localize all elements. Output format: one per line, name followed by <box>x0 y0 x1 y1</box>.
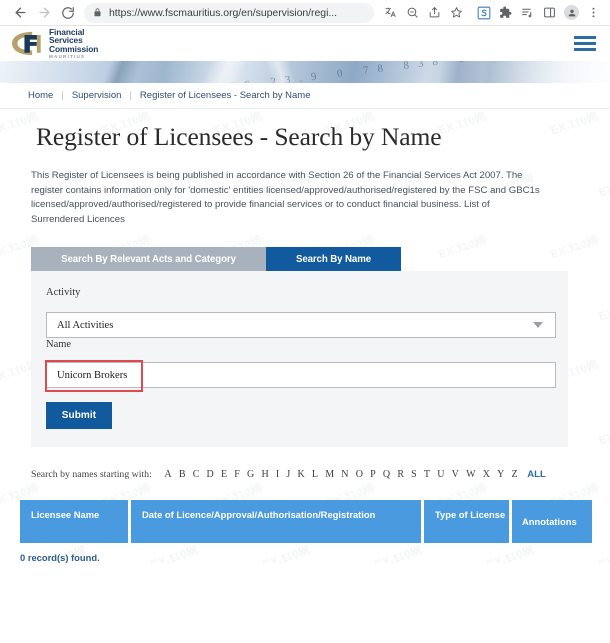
alphabet-letter-w[interactable]: W <box>462 469 479 480</box>
translate-icon[interactable] <box>380 2 401 23</box>
column-header-licensee-name[interactable]: Licensee Name <box>20 500 128 544</box>
breadcrumb-item-home[interactable]: Home <box>28 90 53 101</box>
back-button[interactable] <box>8 1 32 25</box>
breadcrumb-item-current: Register of Licensees - Search by Name <box>139 90 311 101</box>
reload-button[interactable] <box>56 1 80 25</box>
zoom-out-icon[interactable] <box>402 2 423 23</box>
name-input-value: Unicorn Brokers <box>57 369 128 381</box>
alphabet-letter-m[interactable]: M <box>322 469 338 480</box>
page-title: Register of Licensees - Search by Name <box>36 122 442 151</box>
browser-actions <box>380 2 604 23</box>
site-logo-text: Financial Services Commission MAURITIUS <box>49 28 98 59</box>
alphabet-letter-y[interactable]: Y <box>494 469 508 480</box>
decorative-banner-image <box>0 61 610 83</box>
alphabet-letter-o[interactable]: O <box>352 469 366 480</box>
name-label: Name <box>46 339 72 351</box>
alphabet-letter-t[interactable]: T <box>420 469 433 480</box>
bookmark-star-icon[interactable] <box>446 2 467 23</box>
column-header-type-of-license[interactable]: Type of License <box>424 500 509 544</box>
search-form-panel: Activity All Activities Name Unicorn Bro… <box>31 271 568 448</box>
results-table-header: Licensee Name Date of Licence/Approval/A… <box>20 500 592 544</box>
alphabet-letter-a[interactable]: A <box>161 469 175 480</box>
side-panel-icon[interactable] <box>539 2 560 23</box>
chevron-down-icon <box>533 322 543 329</box>
alphabet-letter-z[interactable]: Z <box>508 469 521 480</box>
breadcrumb: Home | Supervision | Register of License… <box>0 83 610 109</box>
alphabet-letter-x[interactable]: X <box>479 469 493 480</box>
alphabet-letter-l[interactable]: L <box>308 469 321 480</box>
alphabet-all-link[interactable]: ALL <box>527 469 546 480</box>
search-tabs: Search By Relevant Acts and Category Sea… <box>31 247 401 272</box>
url-text: https://www.fscmauritius.org/en/supervis… <box>109 6 337 19</box>
extensions-puzzle-icon[interactable] <box>495 2 516 23</box>
page-content: Register of Licensees - Search by Name T… <box>0 109 610 563</box>
record-count-text: 0 record(s) found. <box>20 552 100 564</box>
alphabet-letters: ABCDEFGHIJKLMNOPQRSTUVWXYZ <box>161 464 521 482</box>
logo-line-3: Commission <box>49 43 99 54</box>
column-header-annotations[interactable]: Annotations <box>512 500 592 544</box>
alphabet-letter-q[interactable]: Q <box>379 469 393 480</box>
alphabet-letter-v[interactable]: V <box>448 469 462 480</box>
hamburger-bar <box>574 42 596 45</box>
hamburger-bar <box>574 36 596 39</box>
logo-line-4: MAURITIUS <box>49 53 86 59</box>
hamburger-bar <box>574 48 596 51</box>
reading-list-icon[interactable] <box>517 2 538 23</box>
breadcrumb-item-supervision[interactable]: Supervision <box>72 90 122 101</box>
breadcrumb-separator: | <box>61 90 64 101</box>
forward-button[interactable] <box>32 1 56 25</box>
browser-toolbar: https://www.fscmauritius.org/en/supervis… <box>0 0 610 26</box>
alphabet-letter-b[interactable]: B <box>175 469 189 480</box>
page-body: EX.110网 EX.110网 EX.110网 EX.110网 EX.110网 EX.11… <box>0 109 610 564</box>
banner-fade <box>490 61 610 83</box>
share-icon[interactable] <box>424 2 445 23</box>
alphabet-filter: Search by names starting with: ABCDEFGHI… <box>0 447 610 482</box>
intro-paragraph: This Register of Licensees is being publ… <box>31 170 540 225</box>
activity-select-value: All Activities <box>57 319 114 331</box>
alphabet-letter-r[interactable]: R <box>394 469 408 480</box>
lock-icon <box>93 8 102 17</box>
submit-button[interactable]: Submit <box>46 402 112 430</box>
fsc-logo-icon <box>9 30 43 57</box>
name-input[interactable]: Unicorn Brokers <box>45 360 556 393</box>
alphabet-letter-k[interactable]: K <box>294 469 308 480</box>
tab-search-by-acts[interactable]: Search By Relevant Acts and Category <box>31 247 266 272</box>
site-header: Financial Services Commission MAURITIUS <box>0 26 610 61</box>
alphabet-letter-g[interactable]: G <box>243 469 257 480</box>
chrome-menu-icon[interactable] <box>583 2 604 23</box>
address-bar[interactable]: https://www.fscmauritius.org/en/supervis… <box>84 2 374 23</box>
alphabet-lead-text: Search by names starting with: <box>31 469 152 481</box>
site-logo[interactable]: Financial Services Commission MAURITIUS <box>9 28 98 59</box>
column-header-date[interactable]: Date of Licence/Approval/Authorisation/R… <box>131 500 421 544</box>
hamburger-menu-icon[interactable] <box>572 32 598 55</box>
tab-search-by-name[interactable]: Search By Name <box>266 247 401 272</box>
alphabet-letter-p[interactable]: P <box>367 469 380 480</box>
alphabet-letter-s[interactable]: S <box>408 469 421 480</box>
alphabet-letter-f[interactable]: F <box>231 469 244 480</box>
breadcrumb-separator: | <box>129 90 132 101</box>
extension-s-icon[interactable] <box>473 2 494 23</box>
alphabet-letter-e[interactable]: E <box>217 469 230 480</box>
alphabet-letter-i[interactable]: I <box>272 469 283 480</box>
alphabet-letter-h[interactable]: H <box>258 469 272 480</box>
activity-label: Activity <box>46 287 81 299</box>
alphabet-letter-n[interactable]: N <box>338 469 352 480</box>
alphabet-letter-j[interactable]: J <box>283 469 294 480</box>
profile-avatar-icon[interactable] <box>561 2 582 23</box>
alphabet-letter-u[interactable]: U <box>434 469 448 480</box>
alphabet-letter-c[interactable]: C <box>189 469 203 480</box>
alphabet-letter-d[interactable]: D <box>203 469 217 480</box>
activity-select[interactable]: All Activities <box>46 312 556 339</box>
